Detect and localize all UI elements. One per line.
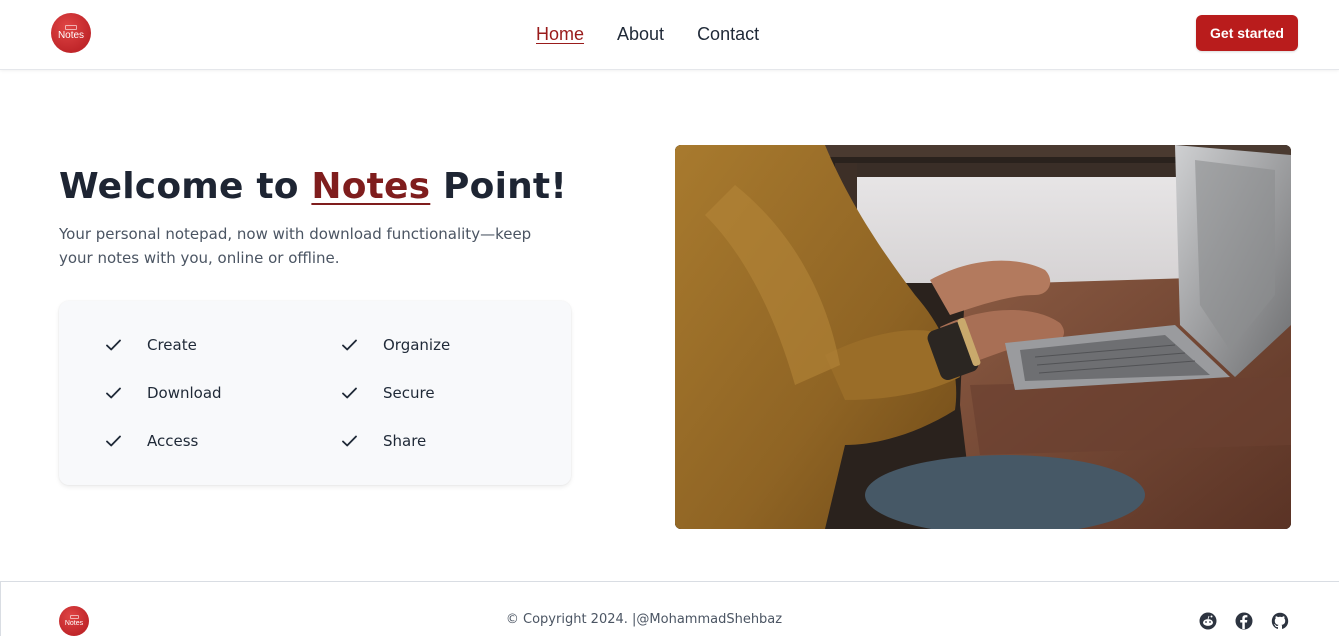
- feature-item-create: Create: [105, 333, 197, 357]
- hero-title: Welcome to Notes Point!: [59, 166, 567, 207]
- hero-title-suffix: Point!: [430, 166, 567, 207]
- hero-title-brand: Notes: [311, 166, 431, 207]
- facebook-icon[interactable]: [1235, 612, 1253, 630]
- features-card: Create Organize Download Secure Access S…: [59, 301, 571, 485]
- page: Notes Home About Contact Get started Wel…: [0, 0, 1339, 636]
- feature-label: Organize: [383, 336, 451, 354]
- feature-label: Create: [147, 336, 197, 354]
- reddit-icon[interactable]: [1199, 612, 1217, 630]
- feature-item-organize: Organize: [341, 333, 450, 357]
- nav-about-link[interactable]: About: [617, 22, 664, 46]
- hero-image: [675, 145, 1291, 529]
- copyright-text: © Copyright 2024. |@MohammadShehbaz: [505, 612, 783, 627]
- social-links: [1199, 612, 1289, 630]
- feature-label: Secure: [383, 384, 435, 402]
- logo[interactable]: Notes: [51, 13, 91, 53]
- hero-subtitle: Your personal notepad, now with download…: [59, 225, 532, 267]
- check-icon: [341, 385, 357, 401]
- check-icon: [105, 337, 121, 353]
- hero-title-prefix: Welcome to: [59, 166, 312, 207]
- get-started-button[interactable]: Get started: [1196, 15, 1298, 51]
- check-icon: [341, 337, 357, 353]
- feature-label: Access: [147, 432, 199, 450]
- nav-contact-link[interactable]: Contact: [697, 22, 759, 46]
- check-icon: [105, 385, 121, 401]
- site-header: Notes Home About Contact Get started: [0, 0, 1339, 70]
- check-icon: [105, 433, 121, 449]
- feature-label: Download: [147, 384, 222, 402]
- logo-text: Notes: [57, 30, 85, 41]
- nav-home-link[interactable]: Home: [536, 22, 584, 46]
- site-footer: Notes © Copyright 2024. |@MohammadShehba…: [0, 581, 1339, 636]
- feature-item-share: Share: [341, 429, 426, 453]
- feature-label: Share: [383, 432, 427, 450]
- main-nav: Home About Contact: [536, 22, 759, 46]
- feature-item-secure: Secure: [341, 381, 435, 405]
- github-icon[interactable]: [1271, 612, 1289, 630]
- feature-item-access: Access: [105, 429, 198, 453]
- check-icon: [341, 433, 357, 449]
- laptop-typing-photo-icon: [675, 145, 1291, 529]
- feature-item-download: Download: [105, 381, 222, 405]
